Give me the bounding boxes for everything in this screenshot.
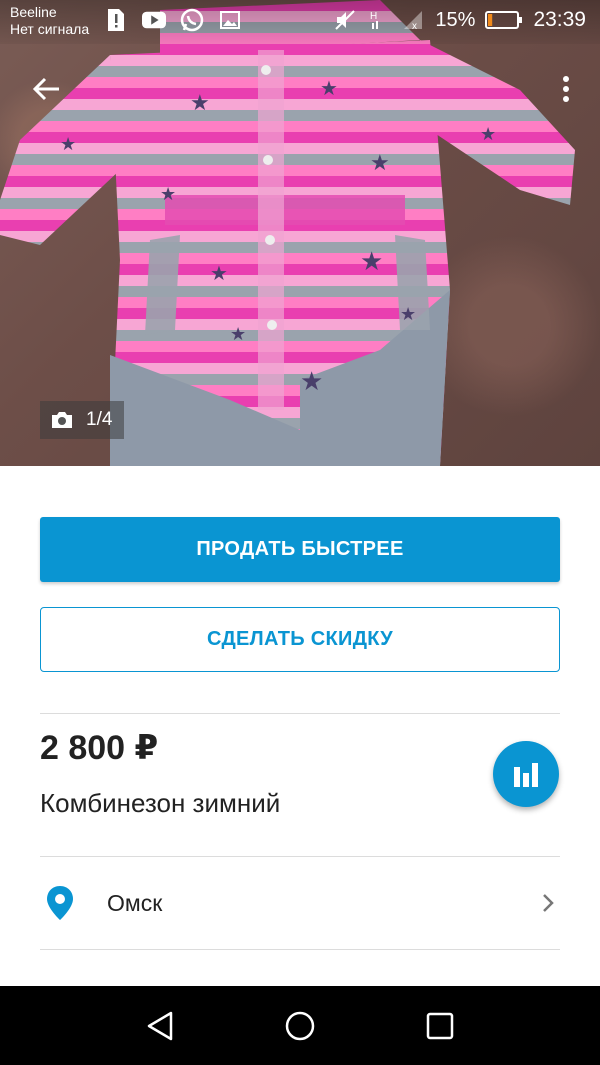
- more-vertical-icon: [563, 76, 569, 102]
- camera-icon: [52, 412, 72, 428]
- svg-text:★: ★: [230, 324, 246, 344]
- gallery-icon: [218, 8, 242, 32]
- photo-counter: 1/4: [40, 401, 125, 439]
- notification-icons: [104, 8, 242, 32]
- signal-status: Нет сигнала: [10, 21, 90, 37]
- listing-screen: ★ ★ ★ ★ ★ ★ ★ ★ ★ ★ ★ Beeline Нет сигнал…: [0, 0, 600, 1065]
- jumpsuit-illustration: ★ ★ ★ ★ ★ ★ ★ ★ ★ ★ ★: [0, 0, 575, 466]
- nav-home-icon: [285, 1011, 315, 1040]
- svg-text:★: ★: [160, 184, 176, 204]
- svg-text:★: ★: [370, 150, 390, 175]
- svg-text:x: x: [412, 21, 417, 31]
- system-status: H x 15% 23:39: [333, 8, 586, 32]
- sim-alert-icon: [104, 8, 128, 32]
- network-type-icon: H: [367, 8, 391, 32]
- listing-title: Комбинезон зимний: [40, 788, 281, 818]
- back-button[interactable]: [28, 70, 66, 108]
- svg-text:★: ★: [300, 366, 323, 396]
- nav-recents-icon: [426, 1012, 454, 1039]
- svg-text:★: ★: [210, 263, 228, 285]
- carrier-name: Beeline: [10, 4, 57, 20]
- make-discount-button[interactable]: СДЕЛАТЬ СКИДКУ: [40, 607, 560, 672]
- divider: [40, 949, 560, 950]
- svg-text:H: H: [370, 11, 377, 22]
- location-pin-icon: [40, 886, 80, 920]
- listing-photo[interactable]: ★ ★ ★ ★ ★ ★ ★ ★ ★ ★ ★: [0, 0, 600, 466]
- bar-chart-icon: [514, 763, 538, 787]
- svg-text:★: ★: [320, 78, 338, 100]
- battery-percent: 15%: [435, 8, 476, 31]
- chevron-right-icon: [536, 893, 560, 913]
- status-bar: Beeline Нет сигнала H x 15% 23:39: [0, 0, 600, 44]
- back-arrow-icon: [33, 77, 59, 101]
- youtube-icon: [142, 8, 166, 32]
- battery-icon: [485, 8, 523, 32]
- nav-back-icon: [147, 1011, 173, 1040]
- svg-text:★: ★: [360, 246, 383, 276]
- svg-text:★: ★: [190, 90, 210, 115]
- whatsapp-icon: [180, 8, 204, 32]
- nav-home-button[interactable]: [270, 996, 330, 1056]
- location-city: Омск: [107, 889, 163, 916]
- statistics-button[interactable]: [493, 741, 559, 807]
- svg-text:★: ★: [400, 304, 416, 324]
- mute-icon: [333, 8, 357, 32]
- divider: [40, 713, 560, 714]
- signal-icon: x: [401, 8, 425, 32]
- clock: 23:39: [533, 8, 586, 31]
- sell-faster-button[interactable]: ПРОДАТЬ БЫСТРЕЕ: [40, 517, 560, 582]
- listing-price: 2 800 ₽: [40, 729, 159, 767]
- svg-text:★: ★: [480, 124, 496, 144]
- photo-counter-text: 1/4: [86, 409, 113, 430]
- carrier-info: Beeline Нет сигнала: [10, 4, 89, 38]
- more-options-button[interactable]: [558, 70, 574, 108]
- nav-recents-button[interactable]: [410, 996, 470, 1056]
- nav-back-button[interactable]: [130, 996, 190, 1056]
- navigation-bar: [0, 986, 600, 1065]
- svg-text:★: ★: [60, 134, 76, 154]
- location-row[interactable]: Омск: [40, 857, 560, 949]
